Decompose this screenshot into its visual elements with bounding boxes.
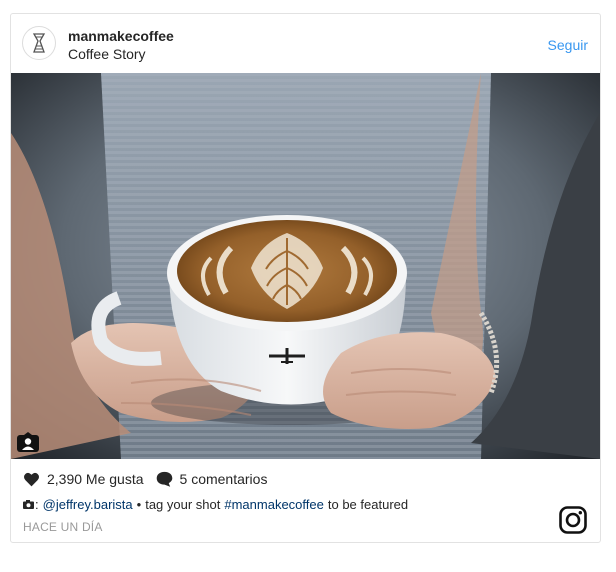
post-location[interactable]: Coffee Story xyxy=(68,46,146,62)
post-caption: : @jeffrey.barista • tag your shot #manm… xyxy=(23,497,412,512)
avatar[interactable] xyxy=(22,26,56,60)
credit-user-link[interactable]: @jeffrey.barista xyxy=(43,497,133,512)
camera-icon xyxy=(23,500,34,509)
post-footer: 2,390 Me gusta 5 comentarios : @jeffrey.… xyxy=(11,459,600,542)
comments-count: 5 comentarios xyxy=(179,471,268,487)
caption-text: tag your shot xyxy=(145,497,221,512)
post-timestamp[interactable]: HACE UN DÍA xyxy=(23,520,103,534)
likes[interactable]: 2,390 Me gusta xyxy=(23,471,144,487)
instagram-logo-icon[interactable] xyxy=(559,506,587,534)
caption-separator: • xyxy=(136,497,142,512)
chemex-logo-icon xyxy=(32,33,46,53)
comments[interactable]: 5 comentarios xyxy=(156,471,268,487)
camera-prefix: : xyxy=(35,497,39,512)
caption-text-after: to be featured xyxy=(327,497,409,512)
post-header: manmakecoffee Coffee Story Seguir xyxy=(11,14,600,73)
instagram-embed-card: manmakecoffee Coffee Story Seguir 2,390 … xyxy=(10,13,601,543)
user-tag-icon[interactable] xyxy=(17,432,39,452)
post-stats: 2,390 Me gusta 5 comentarios xyxy=(23,471,279,487)
heart-icon xyxy=(24,472,39,486)
username[interactable]: manmakecoffee xyxy=(68,28,174,44)
follow-button[interactable]: Seguir xyxy=(548,37,588,53)
hashtag-link[interactable]: #manmakecoffee xyxy=(224,497,324,512)
comment-bubble-icon xyxy=(156,471,172,487)
latte-art-photo xyxy=(11,73,600,459)
likes-count: 2,390 Me gusta xyxy=(47,471,144,487)
post-photo[interactable] xyxy=(11,73,600,459)
